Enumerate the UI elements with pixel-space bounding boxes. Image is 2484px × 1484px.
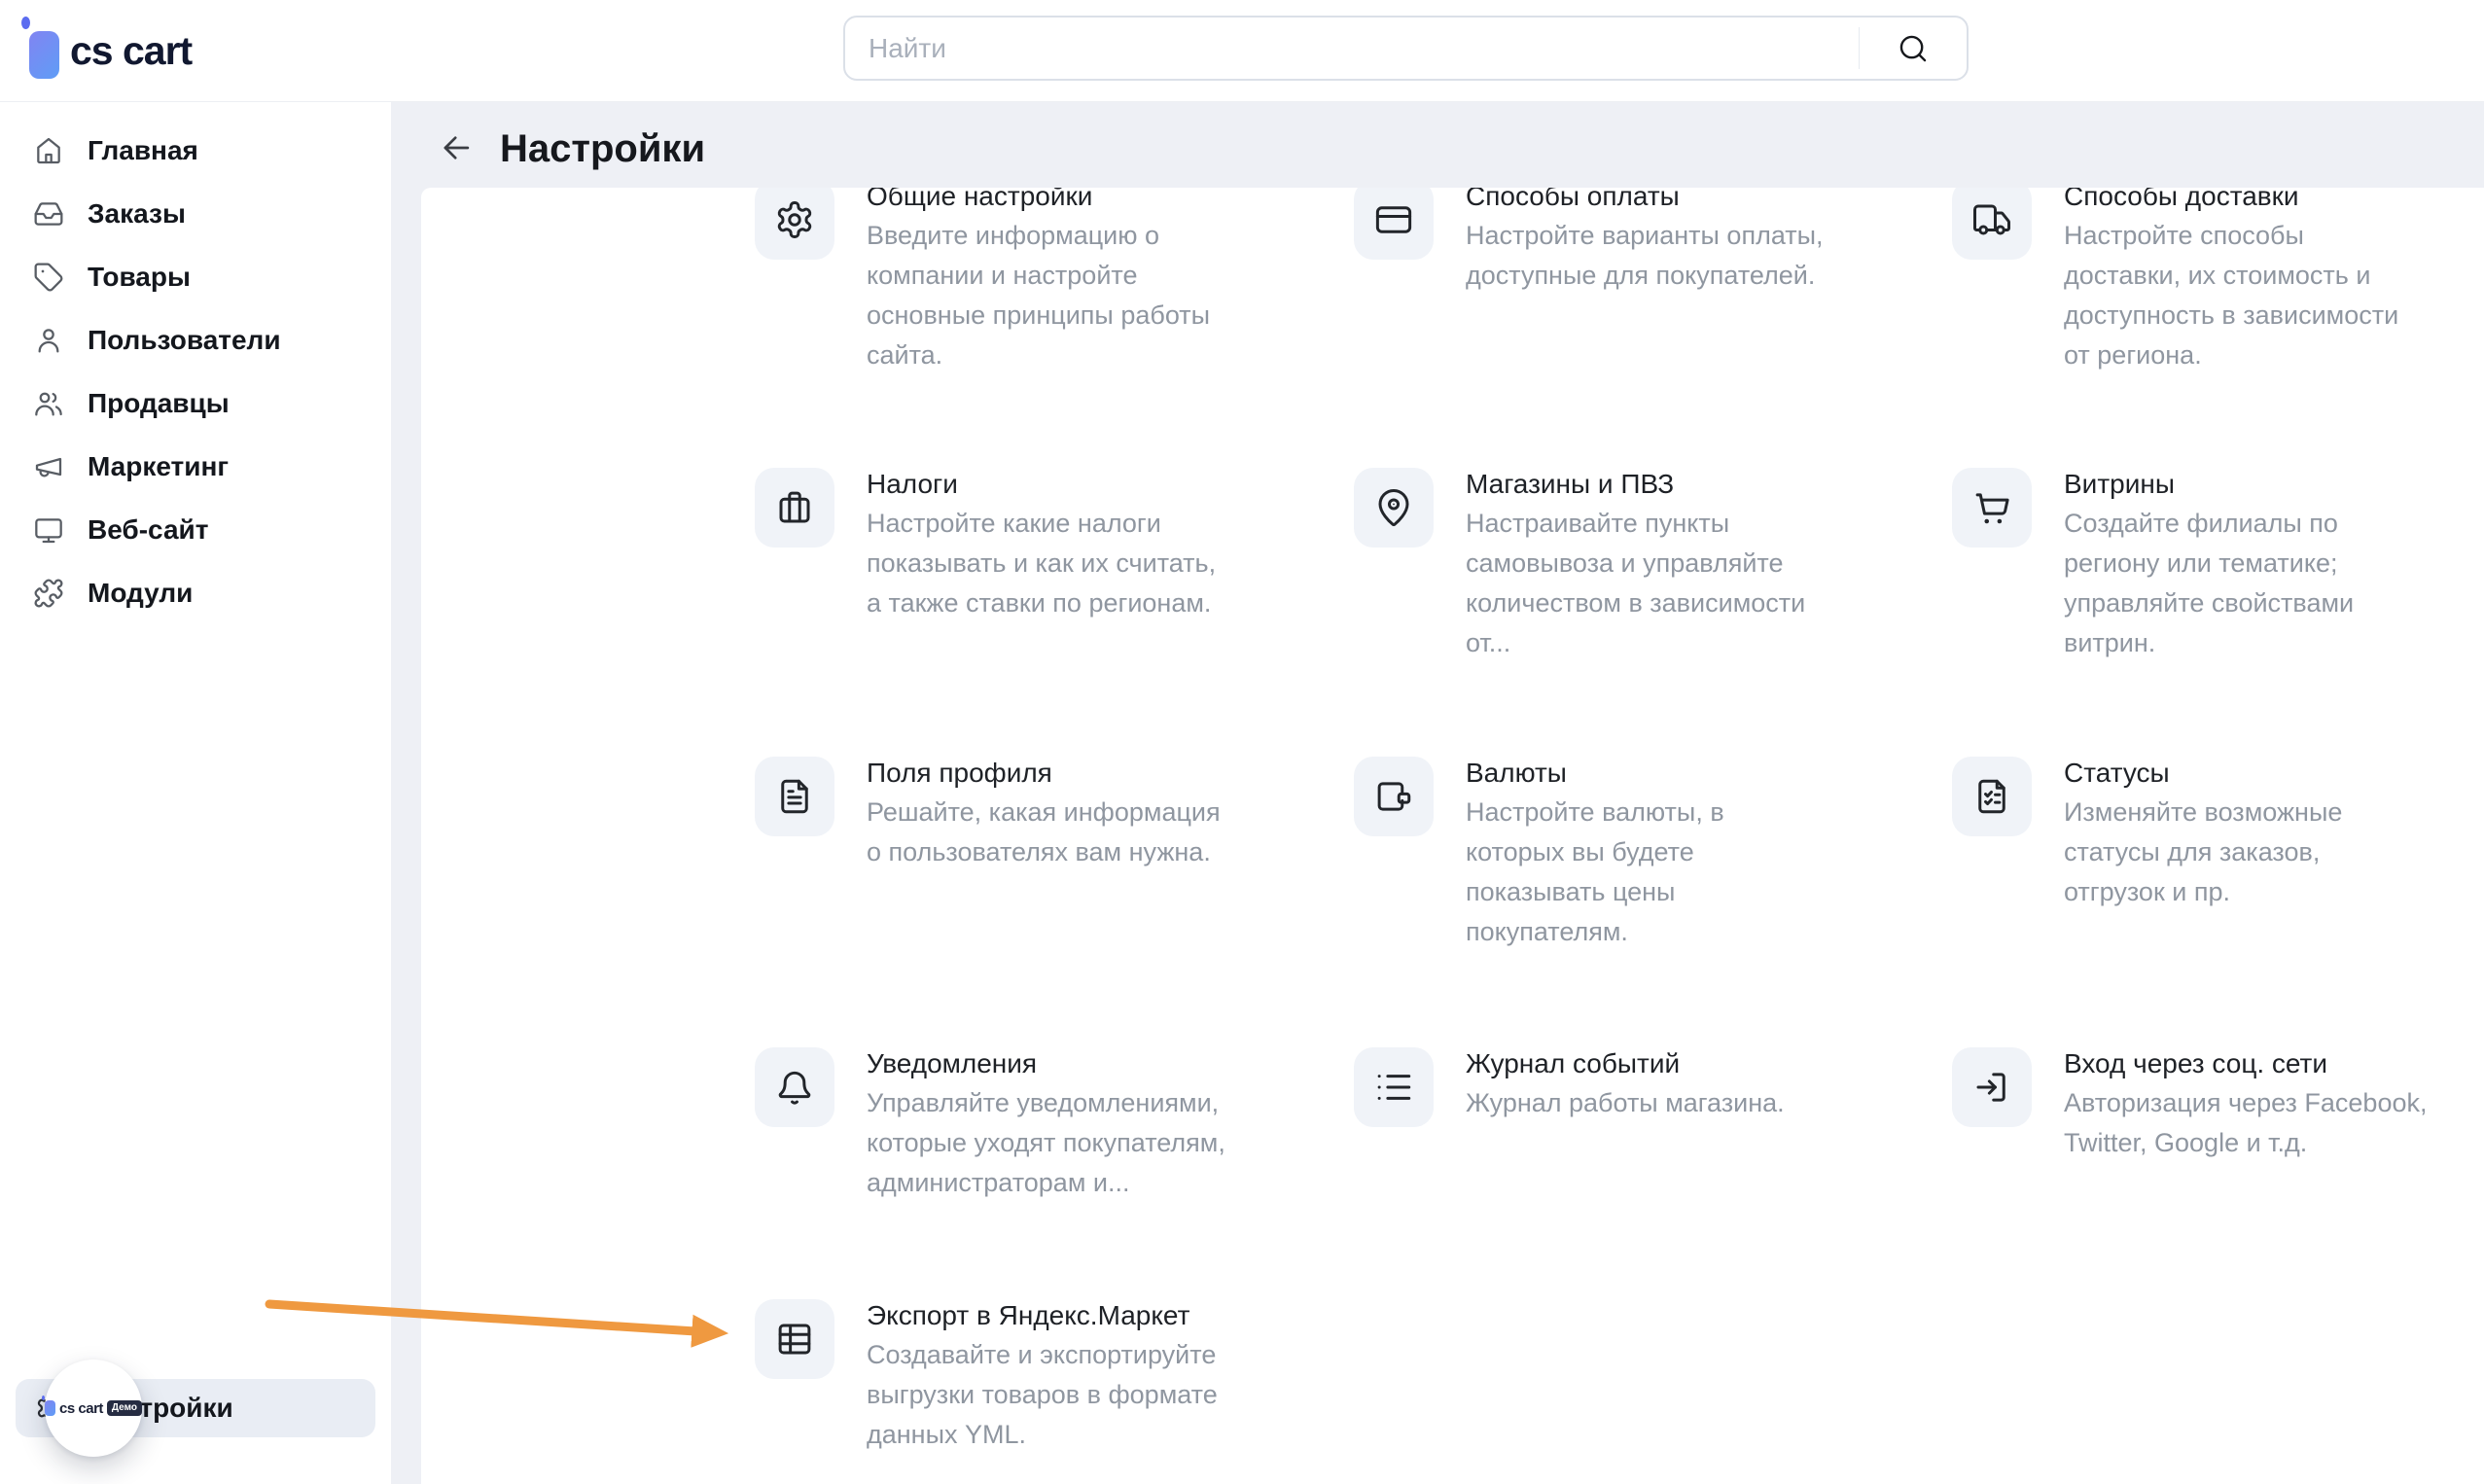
card-description: Решайте, какая информация о пользователя…: [867, 793, 1304, 872]
widget-logo-text: cs cart: [59, 1400, 103, 1417]
page-title: Настройки: [500, 127, 705, 171]
settings-card-storefronts[interactable]: ВитриныСоздайте филиалы по региону или т…: [1952, 464, 2484, 663]
sidebar-item-marketing[interactable]: Маркетинг: [0, 435, 391, 498]
tag-icon: [33, 262, 64, 293]
sidebar-item-vendors[interactable]: Продавцы: [0, 371, 391, 435]
search-icon[interactable]: [1859, 27, 1967, 69]
card-title: Уведомления: [867, 1043, 1304, 1083]
card-title: Общие настройки: [867, 188, 1304, 216]
card-title: Статусы: [2064, 753, 2484, 793]
card-description: Настраивайте пункты самовывоза и управля…: [1466, 504, 1903, 663]
settings-card-statuses[interactable]: СтатусыИзменяйте возможные статусы для з…: [1952, 753, 2484, 912]
settings-card-currencies[interactable]: ВалютыНастройте валюты, в которых вы буд…: [1354, 753, 1957, 952]
sidebar-item-label: Заказы: [88, 198, 186, 230]
monitor-icon: [33, 514, 64, 546]
sidebar-nav: Главная Заказы Товары Пользователи Продавцы М…: [0, 119, 391, 624]
sidebar-item-label: Главная: [88, 135, 198, 166]
card-title: Вход через соц. сети: [2064, 1043, 2484, 1083]
users-icon: [33, 388, 64, 419]
sidebar-item-orders[interactable]: Заказы: [0, 182, 391, 245]
settings-card-taxes[interactable]: НалогиНастройте какие налоги показывать …: [755, 464, 1358, 623]
card-description: Настройте способы доставки, их стоимость…: [2064, 216, 2484, 375]
settings-card-stores-pickup-points[interactable]: Магазины и ПВЗНастраивайте пункты самовы…: [1354, 464, 1957, 663]
card-title: Налоги: [867, 464, 1304, 504]
sidebar-item-label: Пользователи: [88, 325, 281, 356]
card-description: Управляйте уведомлениями, которые уходят…: [867, 1083, 1304, 1203]
sidebar-item-products[interactable]: Товары: [0, 245, 391, 308]
puzzle-icon: [33, 578, 64, 609]
demo-widget[interactable]: cs cart Демо: [45, 1360, 142, 1457]
home-icon: [33, 135, 64, 166]
settings-grid: Общие настройкиВведите информацию о комп…: [421, 188, 2484, 1484]
sidebar-item-label: Маркетинг: [88, 451, 229, 482]
truck-icon: [1952, 188, 2032, 260]
sidebar-item-users[interactable]: Пользователи: [0, 308, 391, 371]
megaphone-icon: [33, 451, 64, 482]
admin-panel: cs cart Главная Заказы Товары Пользователи П…: [0, 0, 2484, 1484]
table-icon: [755, 1299, 834, 1379]
card-description: Создавайте и экспортируйте выгрузки това…: [867, 1335, 1304, 1455]
user-icon: [33, 325, 64, 356]
search-input[interactable]: [845, 18, 1859, 79]
demo-badge: Демо: [107, 1400, 142, 1416]
card-title: Магазины и ПВЗ: [1466, 464, 1903, 504]
card-title: Экспорт в Яндекс.Маркет: [867, 1295, 1304, 1335]
card-title: Способы оплаты: [1466, 188, 1903, 216]
sidebar-item-label: Товары: [88, 262, 191, 293]
cart-icon: [1952, 468, 2032, 548]
logo-square-icon: [45, 1400, 55, 1416]
card-description: Настройте какие налоги показывать и как …: [867, 504, 1304, 623]
briefcase-icon: [755, 468, 834, 548]
credit-card-icon: [1354, 188, 1434, 260]
sidebar-item-label: Продавцы: [88, 388, 230, 419]
cscart-logo[interactable]: cs cart: [0, 0, 389, 101]
card-description: Изменяйте возможные статусы для заказов,…: [2064, 793, 2484, 912]
logo-square-icon: [29, 31, 59, 79]
card-title: Валюты: [1466, 753, 1903, 793]
settings-card-notifications[interactable]: УведомленияУправляйте уведомлениями, кот…: [755, 1043, 1358, 1203]
card-title: Поля профиля: [867, 753, 1304, 793]
settings-card-social-login[interactable]: Вход через соц. сетиАвторизация через Fa…: [1952, 1043, 2484, 1163]
wallet-icon: [1354, 757, 1434, 836]
sidebar-item-label: Веб-сайт: [88, 514, 208, 546]
settings-card-shipping-methods[interactable]: Способы доставкиНастройте способы достав…: [1952, 188, 2484, 375]
settings-card-profile-fields[interactable]: Поля профиляРешайте, какая информация о …: [755, 753, 1358, 872]
card-description: Введите информацию о компании и настройт…: [867, 216, 1304, 375]
card-description: Журнал работы магазина.: [1466, 1083, 1903, 1123]
logo-dot-icon: [21, 17, 30, 29]
top-bar: cs cart: [0, 0, 2484, 102]
back-button[interactable]: [438, 129, 475, 166]
map-pin-icon: [1354, 468, 1434, 548]
sidebar-item-modules[interactable]: Модули: [0, 561, 391, 624]
card-title: Способы доставки: [2064, 188, 2484, 216]
log-in-icon: [1952, 1047, 2032, 1127]
card-description: Авторизация через Facebook, Twitter, Goo…: [2064, 1083, 2484, 1163]
file-text-icon: [755, 757, 834, 836]
card-description: Создайте филиалы по региону или тематике…: [2064, 504, 2484, 663]
settings-card-event-log[interactable]: Журнал событийЖурнал работы магазина.: [1354, 1043, 1957, 1127]
search-bar: [843, 16, 1969, 81]
inbox-icon: [33, 198, 64, 230]
sidebar-item-website[interactable]: Веб-сайт: [0, 498, 391, 561]
card-description: Настройте валюты, в которых вы будете по…: [1466, 793, 1903, 952]
bell-icon: [755, 1047, 834, 1127]
logo-text: cs cart: [70, 0, 192, 101]
file-check-icon: [1952, 757, 2032, 836]
card-title: Журнал событий: [1466, 1043, 1903, 1083]
sidebar: Главная Заказы Товары Пользователи Продавцы М…: [0, 102, 391, 1484]
settings-card-yandex-market-export[interactable]: Экспорт в Яндекс.МаркетСоздавайте и эксп…: [755, 1295, 1358, 1455]
settings-card-general-settings[interactable]: Общие настройкиВведите информацию о комп…: [755, 188, 1358, 375]
list-icon: [1354, 1047, 1434, 1127]
gear-icon: [755, 188, 834, 260]
card-title: Витрины: [2064, 464, 2484, 504]
sidebar-item-home[interactable]: Главная: [0, 119, 391, 182]
sidebar-item-label: Модули: [88, 578, 193, 609]
card-description: Настройте варианты оплаты, доступные для…: [1466, 216, 1903, 296]
settings-card-payment-methods[interactable]: Способы оплатыНастройте варианты оплаты,…: [1354, 188, 1957, 296]
